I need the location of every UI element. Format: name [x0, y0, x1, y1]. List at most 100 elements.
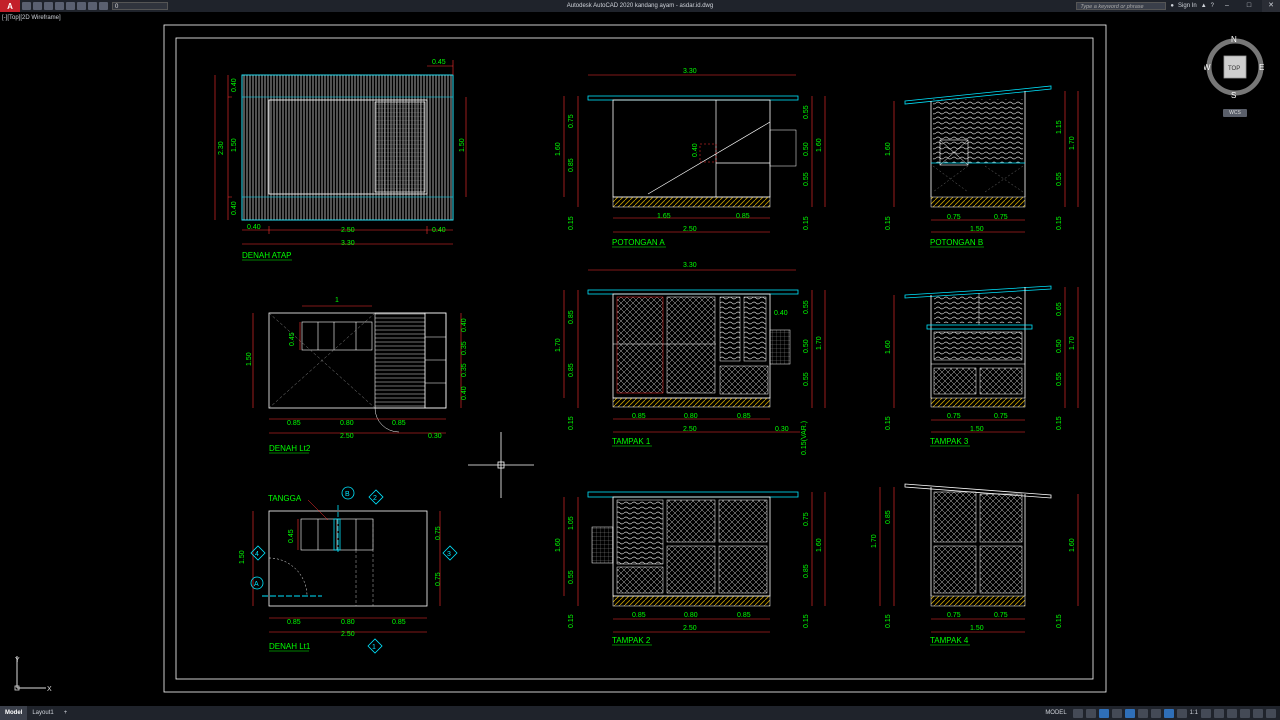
dim-text: 0.55 [568, 570, 575, 584]
denah-lt2-title: DENAH Lt2 [269, 444, 311, 453]
viewcube-top-label: TOP [1228, 66, 1240, 72]
denah-lt2-view[interactable]: DENAH Lt2 1 0.45 1.50 0.40 0.35 0.35 0.4… [246, 297, 468, 454]
dim-text: 1.50 [970, 226, 984, 233]
dim-text: 0.15 [1056, 416, 1063, 430]
dim-text: 1.60 [885, 142, 892, 156]
section-marker[interactable]: 3 [442, 545, 458, 561]
section-marker[interactable]: 2 [368, 489, 384, 505]
plus-icon[interactable] [1214, 708, 1224, 718]
dim-text: 0.45 [432, 59, 446, 66]
dim-text: 1.70 [1069, 336, 1076, 350]
dim-text: 0.55 [803, 300, 810, 314]
dim-text: 1.05 [568, 516, 575, 530]
dim-text: 3.30 [683, 68, 697, 75]
wcs-menu[interactable]: WCS [1223, 109, 1247, 117]
annotation-icon[interactable] [1163, 708, 1174, 718]
lineweight-icon[interactable] [1150, 708, 1161, 718]
dim-text: 0.75 [947, 413, 961, 420]
dim-text: 0.80 [340, 420, 354, 427]
osnap-icon[interactable] [1124, 708, 1135, 718]
dim-text: 0.15 [1056, 216, 1063, 230]
potongan-a-view[interactable]: POTONGAN A 3.30 0.75 1.60 0.85 0.40 0.55… [555, 68, 826, 248]
marker-text: B [345, 491, 350, 498]
compass-w[interactable]: W [1204, 63, 1211, 72]
dim-text: 0.15 [885, 614, 892, 628]
dim-text: 0.85 [632, 612, 646, 619]
compass-n[interactable]: N [1231, 36, 1237, 44]
dim-text: 0.40 [774, 310, 788, 317]
dim-text: 0.75 [994, 214, 1008, 221]
annotation-scale[interactable]: 1:1 [1190, 710, 1198, 716]
tampak-4-view[interactable]: TAMPAK 4 1.70 0.85 1.60 0.15 0.75 0.75 1… [871, 483, 1079, 646]
dim-text: 0.75 [947, 612, 961, 619]
dim-text: 0.15 [568, 614, 575, 628]
dim-text: 0.40 [231, 201, 238, 215]
viewcube[interactable]: TOP N S E W [1204, 36, 1266, 98]
dim-text: 1.60 [555, 538, 562, 552]
model-space-toggle[interactable]: MODEL [1042, 710, 1069, 716]
clean-screen-icon[interactable] [1253, 708, 1263, 718]
dim-text: 0.15 [568, 416, 575, 430]
dim-text: 0.85 [803, 564, 810, 578]
tab-layout1[interactable]: Layout1 [27, 706, 58, 720]
tampak-2-view[interactable]: TAMPAK 2 1.05 1.60 0.55 0.75 1.60 0.85 0… [555, 491, 826, 646]
dim-text: 0.65 [1056, 302, 1063, 316]
dim-text: 0.40 [247, 224, 261, 231]
potongan-b-view[interactable]: POTONGAN B 1.60 1.15 1.70 0.55 0.15 0.75… [885, 85, 1079, 248]
denah-lt1-view[interactable]: TANGGA B 2 4 3 A 1 DENAH Lt1 0.45 1.50 0… [239, 486, 458, 654]
compass-e[interactable]: E [1259, 63, 1264, 72]
dim-text: 1.60 [1069, 538, 1076, 552]
status-bar: Model Layout1 + MODEL 1:1 [0, 706, 1280, 720]
tampak-3-view[interactable]: TAMPAK 3 1.60 0.65 0.50 1.70 0.55 0.15 0… [885, 285, 1079, 447]
tampak-1-view[interactable]: TAMPAK 1 3.30 0.85 1.70 0.85 0.40 0.55 0… [555, 262, 826, 455]
denah-atap-view[interactable]: DENAH ATAP 0.45 0.40 1.50 0.40 2.30 1.50… [214, 59, 467, 261]
ortho-icon[interactable] [1098, 708, 1109, 718]
tab-model[interactable]: Model [0, 706, 28, 720]
grid-icon[interactable] [1072, 708, 1083, 718]
dim-text: 1.50 [970, 426, 984, 433]
denah-atap-title: DENAH ATAP [242, 251, 292, 260]
gear-icon[interactable] [1201, 708, 1211, 718]
isolate-icon[interactable] [1227, 708, 1237, 718]
dim-text: 1.70 [871, 534, 878, 548]
dim-text: 0.75 [435, 526, 442, 540]
snap-icon[interactable] [1085, 708, 1096, 718]
dim-text: 0.15 [803, 216, 810, 230]
dim-text: 2.50 [683, 625, 697, 632]
dim-text: 1.50 [459, 138, 466, 152]
dim-text: 0.85 [568, 158, 575, 172]
tampak-3-title: TAMPAK 3 [930, 437, 969, 446]
ucs-x-label: X [47, 686, 52, 693]
dim-text: 1.60 [816, 138, 823, 152]
dim-text: 0.85 [736, 213, 750, 220]
otrack-icon[interactable] [1137, 708, 1148, 718]
hardware-acceleration-icon[interactable] [1240, 708, 1250, 718]
add-layout-button[interactable]: + [59, 706, 73, 720]
compass-s[interactable]: S [1231, 91, 1236, 98]
dim-text: 1.50 [239, 550, 246, 564]
section-marker[interactable]: 1 [367, 638, 383, 654]
dim-text: 0.35 [461, 341, 468, 355]
dim-text: 0.50 [803, 142, 810, 156]
dim-text: 0.75 [994, 612, 1008, 619]
dim-text: 0.40 [461, 318, 468, 332]
polar-icon[interactable] [1111, 708, 1122, 718]
dim-text: 2.50 [341, 227, 355, 234]
dim-text: 0.45 [288, 529, 295, 543]
dim-text: 0.30 [428, 433, 442, 440]
dim-text: 0.35 [461, 363, 468, 377]
tampak-1-title: TAMPAK 1 [612, 437, 651, 446]
drawing-canvas[interactable]: DENAH ATAP 0.45 0.40 1.50 0.40 2.30 1.50… [0, 0, 1280, 720]
dim-text: 0.85 [568, 310, 575, 324]
dim-text: 1 [335, 297, 339, 304]
dim-text: 1.60 [885, 340, 892, 354]
section-marker[interactable]: B [341, 486, 355, 500]
dim-text: 0.50 [1056, 339, 1063, 353]
dim-text: 1.70 [816, 336, 823, 350]
dim-text: 2.50 [683, 426, 697, 433]
annotation-visibility-icon[interactable] [1176, 708, 1187, 718]
dim-text: 0.15(VAR.) [801, 421, 808, 455]
dim-text: 0.80 [684, 413, 698, 420]
marker-text: 2 [373, 495, 377, 502]
customize-menu-icon[interactable] [1266, 708, 1276, 718]
